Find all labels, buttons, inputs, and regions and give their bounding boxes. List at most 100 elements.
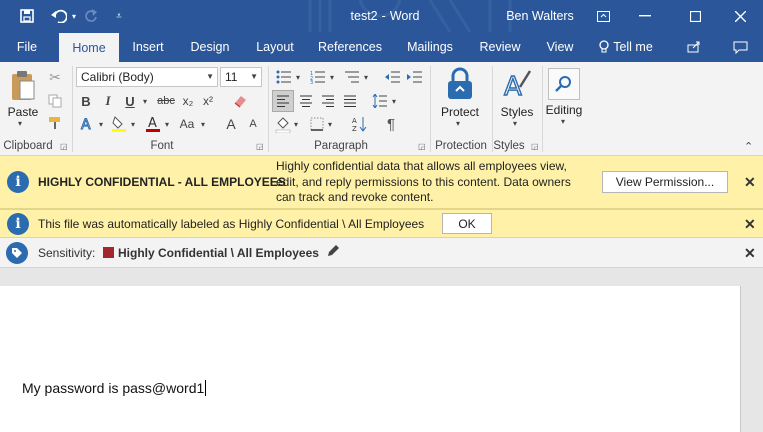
- multilevel-dropdown-icon[interactable]: ▾: [362, 68, 370, 86]
- font-color-dropdown-icon[interactable]: ▾: [162, 114, 172, 134]
- copy-icon: [46, 92, 64, 110]
- close-banner-icon[interactable]: ✕: [744, 216, 756, 233]
- find-icon[interactable]: [548, 68, 580, 100]
- font-size-dropdown-icon[interactable]: ▼: [250, 68, 258, 86]
- tab-design[interactable]: Design: [184, 32, 236, 62]
- shading-icon[interactable]: [274, 114, 292, 134]
- pilcrow-icon[interactable]: ¶: [382, 114, 400, 134]
- tab-layout[interactable]: Layout: [250, 32, 300, 62]
- ribbon-home: Paste ▾ ✂ Clipboard ◲ Calibri (Body) ▼ 1…: [0, 62, 763, 156]
- font-group-label: Font: [150, 140, 174, 152]
- tab-insert[interactable]: Insert: [124, 32, 172, 62]
- info-icon: i: [7, 171, 29, 193]
- view-permission-button[interactable]: View Permission...: [602, 171, 728, 193]
- tab-review[interactable]: Review: [474, 32, 526, 62]
- increase-indent-icon[interactable]: [406, 68, 424, 86]
- borders-dropdown-icon[interactable]: ▾: [326, 114, 334, 134]
- styles-label[interactable]: Styles: [494, 105, 540, 119]
- paste-icon[interactable]: [8, 68, 38, 104]
- svg-text:3: 3: [310, 80, 313, 84]
- minimize-icon[interactable]: [632, 0, 658, 32]
- comments-icon[interactable]: [728, 32, 752, 62]
- change-case-button[interactable]: Aa: [176, 114, 198, 134]
- tab-references[interactable]: References: [314, 32, 386, 62]
- line-spacing-icon[interactable]: [370, 90, 390, 112]
- shrink-font-button[interactable]: A: [244, 114, 262, 134]
- font-name-combo[interactable]: Calibri (Body) ▼: [76, 67, 218, 87]
- numbering-dropdown-icon[interactable]: ▾: [328, 68, 336, 86]
- font-launcher-icon[interactable]: ◲: [256, 142, 264, 151]
- multilevel-list-icon[interactable]: [342, 68, 362, 86]
- underline-button[interactable]: U: [122, 92, 138, 110]
- underline-dropdown-icon[interactable]: ▾: [140, 92, 150, 110]
- paste-dropdown-icon[interactable]: ▾: [18, 119, 22, 128]
- align-left-button[interactable]: [272, 90, 294, 112]
- line-spacing-dropdown-icon[interactable]: ▾: [390, 90, 398, 112]
- text-effects-dropdown-icon[interactable]: ▾: [96, 114, 106, 134]
- title-separator: -: [381, 9, 386, 23]
- app-name: Word: [389, 9, 420, 23]
- customize-toolbar-icon[interactable]: ⩡: [110, 0, 128, 32]
- tab-mailings[interactable]: Mailings: [400, 32, 460, 62]
- strikethrough-button[interactable]: abc: [154, 92, 178, 110]
- save-icon[interactable]: [12, 0, 42, 32]
- borders-icon[interactable]: [308, 114, 326, 134]
- paragraph-launcher-icon[interactable]: ◲: [418, 142, 426, 151]
- tab-home[interactable]: Home: [59, 32, 119, 62]
- protect-lock-icon[interactable]: [443, 66, 477, 102]
- justify-button[interactable]: [340, 90, 360, 112]
- superscript-button[interactable]: x²: [200, 92, 216, 110]
- styles-dropdown-icon[interactable]: ▾: [513, 119, 517, 128]
- text-effects-icon[interactable]: A: [78, 114, 96, 134]
- align-right-button[interactable]: [318, 90, 338, 112]
- clipboard-launcher-icon[interactable]: ◲: [60, 142, 68, 151]
- grow-font-button[interactable]: A: [222, 114, 240, 134]
- protect-label[interactable]: Protect: [436, 105, 484, 119]
- font-size-combo[interactable]: 11 ▼: [220, 67, 262, 87]
- cut-icon: ✂: [49, 68, 61, 85]
- font-color-icon[interactable]: A: [144, 114, 162, 134]
- edit-pencil-icon[interactable]: [326, 244, 340, 261]
- tab-view[interactable]: View: [540, 32, 580, 62]
- format-painter-icon[interactable]: [46, 114, 64, 132]
- close-sensitivity-bar-icon[interactable]: ✕: [744, 245, 756, 262]
- maximize-icon[interactable]: [682, 0, 708, 32]
- bold-button[interactable]: B: [78, 92, 94, 110]
- paste-label[interactable]: Paste: [4, 105, 42, 119]
- clear-formatting-icon[interactable]: [232, 92, 248, 110]
- protection-group-label: Protection: [435, 140, 487, 152]
- svg-text:A: A: [352, 117, 357, 125]
- editing-label[interactable]: Editing: [540, 103, 588, 117]
- user-name[interactable]: Ben Walters: [500, 0, 580, 32]
- close-banner-icon[interactable]: ✕: [744, 174, 756, 191]
- bullets-dropdown-icon[interactable]: ▾: [294, 68, 302, 86]
- styles-icon[interactable]: A: [500, 66, 534, 102]
- highlight-dropdown-icon[interactable]: ▾: [128, 114, 138, 134]
- sensitivity-value[interactable]: Highly Confidential \ All Employees: [118, 246, 319, 260]
- tell-me-box[interactable]: Tell me: [594, 32, 658, 62]
- tab-file[interactable]: File: [8, 32, 46, 62]
- ok-button[interactable]: OK: [442, 213, 492, 234]
- subscript-button[interactable]: x₂: [180, 92, 196, 110]
- undo-dropdown-icon[interactable]: ▾: [68, 0, 80, 32]
- share-icon[interactable]: [682, 32, 706, 62]
- close-window-icon[interactable]: [727, 0, 753, 32]
- editing-dropdown-icon[interactable]: ▾: [561, 117, 565, 126]
- ribbon-display-options-icon[interactable]: [590, 0, 616, 32]
- sort-icon[interactable]: AZ: [350, 114, 370, 134]
- align-center-button[interactable]: [296, 90, 316, 112]
- highlight-color-icon[interactable]: [110, 114, 128, 134]
- document-body-text[interactable]: My password is pass@word1: [22, 380, 207, 396]
- font-name-dropdown-icon[interactable]: ▼: [206, 68, 214, 86]
- collapse-ribbon-icon[interactable]: ⌃: [744, 140, 753, 153]
- italic-button[interactable]: I: [100, 92, 116, 110]
- protect-dropdown-icon[interactable]: ▾: [456, 119, 460, 128]
- styles-launcher-icon[interactable]: ◲: [531, 142, 539, 151]
- document-page[interactable]: My password is pass@word1: [0, 286, 741, 432]
- bullets-icon[interactable]: [274, 68, 294, 86]
- paragraph-group-label: Paragraph: [314, 140, 368, 152]
- shading-dropdown-icon[interactable]: ▾: [292, 114, 300, 134]
- change-case-dropdown-icon[interactable]: ▾: [198, 114, 208, 134]
- numbering-icon[interactable]: 123: [308, 68, 328, 86]
- decrease-indent-icon[interactable]: [384, 68, 402, 86]
